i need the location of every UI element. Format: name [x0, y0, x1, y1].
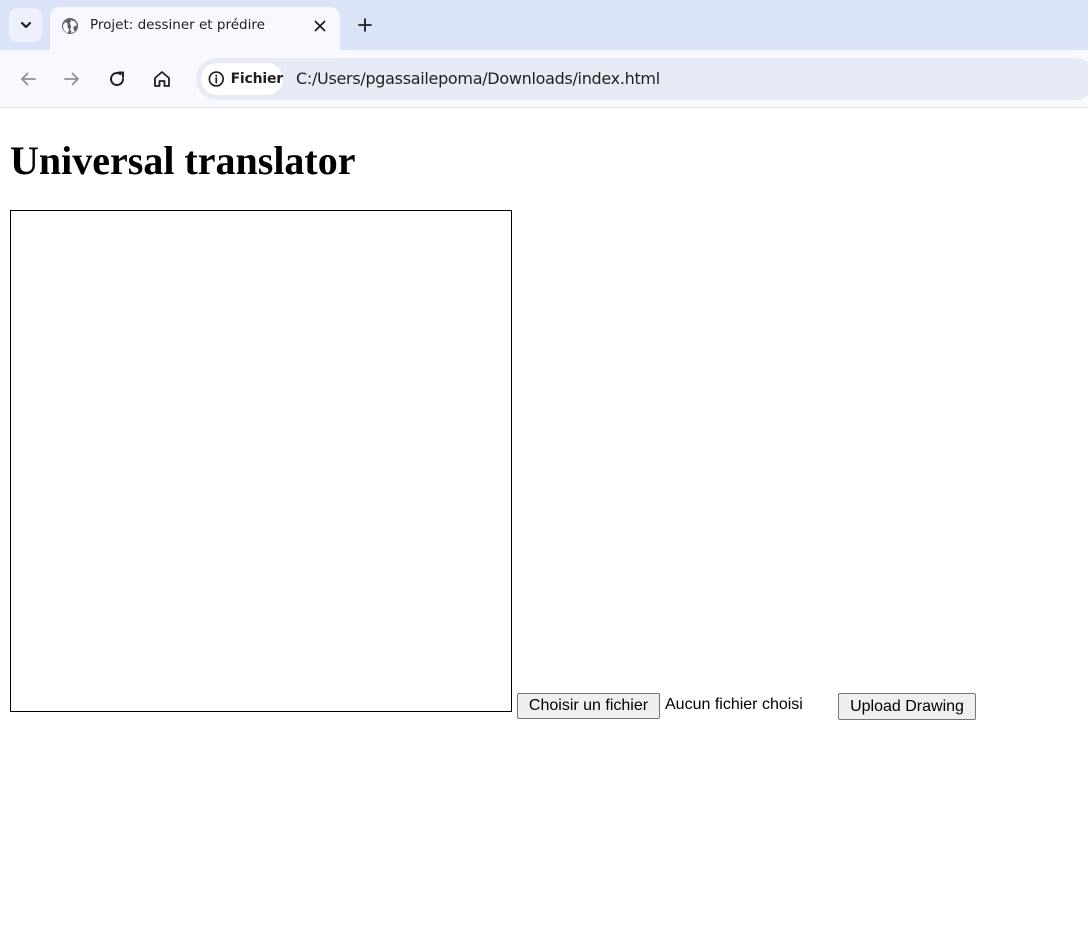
tab-strip: Projet: dessiner et prédire — [0, 0, 1088, 50]
info-icon — [208, 71, 225, 87]
tab-search-button[interactable] — [9, 8, 42, 42]
forward-button[interactable] — [60, 67, 84, 91]
site-chip-label: Fichier — [230, 71, 284, 87]
globe-icon — [62, 18, 78, 34]
close-icon — [314, 20, 326, 32]
home-icon — [154, 71, 170, 87]
reload-button[interactable] — [105, 67, 129, 91]
arrow-right-icon — [64, 72, 79, 86]
file-status-text: Aucun fichier choisi — [665, 696, 803, 713]
back-button[interactable] — [16, 67, 40, 91]
drawing-canvas[interactable] — [10, 210, 512, 712]
site-info-chip[interactable]: Fichier — [201, 63, 283, 95]
reload-icon — [110, 71, 124, 86]
upload-drawing-button[interactable]: Upload Drawing — [838, 693, 976, 720]
new-tab-button[interactable] — [354, 14, 376, 36]
arrow-left-icon — [21, 72, 36, 86]
browser-tab-active[interactable]: Projet: dessiner et prédire — [50, 7, 340, 50]
page-title: Universal translator — [10, 138, 356, 183]
tab-title: Projet: dessiner et prédire — [90, 17, 265, 33]
browser-toolbar: Fichier C:/Users/pgassailepoma/Downloads… — [0, 50, 1088, 108]
address-bar[interactable]: Fichier C:/Users/pgassailepoma/Downloads… — [196, 58, 1088, 100]
url-text[interactable]: C:/Users/pgassailepoma/Downloads/index.h… — [296, 69, 660, 88]
home-button[interactable] — [150, 67, 174, 91]
plus-icon — [358, 18, 372, 32]
chevron-down-icon — [20, 21, 31, 29]
choose-file-button[interactable]: Choisir un fichier — [517, 693, 660, 719]
tab-close-button[interactable] — [310, 16, 330, 36]
